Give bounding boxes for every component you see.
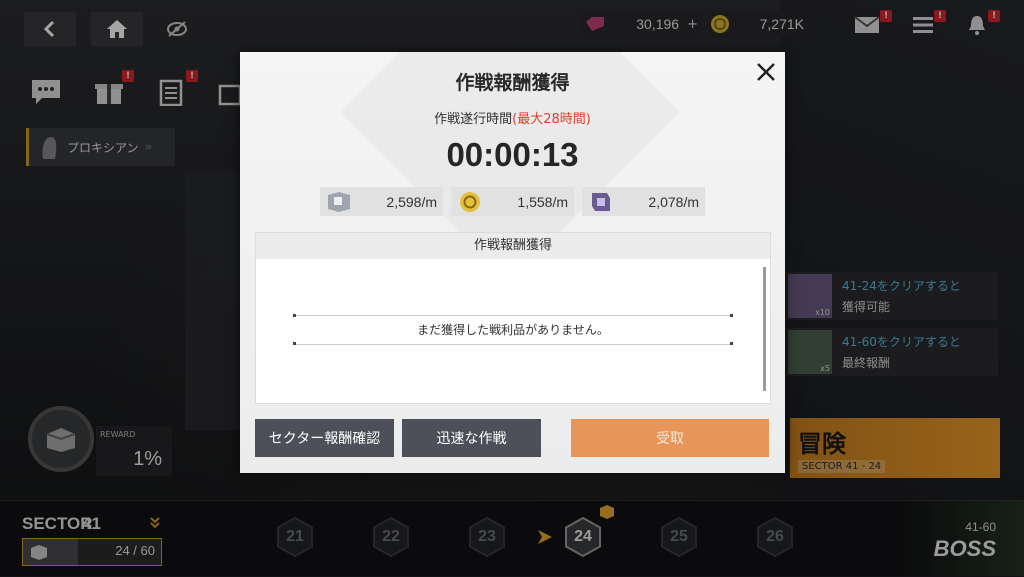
book-icon <box>322 188 356 215</box>
rate-value: 2,078/m <box>648 193 699 210</box>
operation-reward-dialog: 作戦報酬獲得 作戦遂行時間(最大28時間) 00:00:13 2,598/m 1… <box>240 52 785 473</box>
duration-max: (最大28時間) <box>512 112 591 127</box>
rate-item-core: 2,078/m <box>582 187 705 216</box>
core-icon <box>584 188 618 215</box>
coin-icon <box>453 188 487 215</box>
duration-label: 作戦遂行時間(最大28時間) <box>240 108 785 127</box>
sector-reward-button[interactable]: セクター報酬確認 <box>255 419 394 457</box>
dialog-title: 作戦報酬獲得 <box>455 72 570 94</box>
rate-value: 1,558/m <box>517 193 568 210</box>
receive-button[interactable]: 受取 <box>571 419 769 457</box>
quick-battle-button[interactable]: 迅速な作戦 <box>402 419 541 457</box>
rate-value: 2,598/m <box>386 193 437 210</box>
close-icon[interactable] <box>754 60 778 84</box>
elapsed-timer: 00:00:13 <box>446 136 579 173</box>
corner-dot <box>730 342 733 345</box>
corner-dot <box>293 342 296 345</box>
rate-item-book: 2,598/m <box>320 187 443 216</box>
scrollbar[interactable] <box>763 267 766 391</box>
rate-item-coin: 1,558/m <box>451 187 574 216</box>
panel-title: 作戦報酬獲得 <box>256 233 770 259</box>
duration-text: 作戦遂行時間 <box>434 112 513 127</box>
corner-dot <box>293 314 296 317</box>
empty-message: まだ獲得した戦利品がありません。 <box>294 315 732 345</box>
reward-list-panel: 作戦報酬獲得 まだ獲得した戦利品がありません。 <box>255 232 771 404</box>
corner-dot <box>730 314 733 317</box>
